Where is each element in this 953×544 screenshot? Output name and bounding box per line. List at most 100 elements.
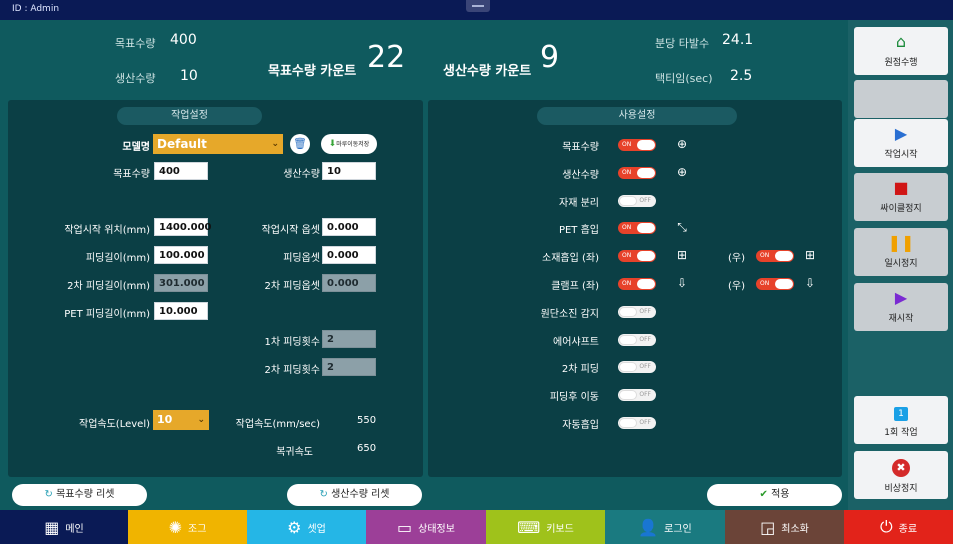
pause-icon: ❚❚ <box>887 233 915 252</box>
speed-level-select[interactable]: 10 ⌄ <box>153 410 209 430</box>
refresh-icon: ↻ <box>319 489 328 500</box>
usage-right-label: (우) <box>728 281 746 292</box>
nav-jog[interactable]: ✺ 조그 <box>128 510 247 544</box>
toggle-knob <box>637 140 655 150</box>
pause-button[interactable]: ❚❚ 일시정지 <box>854 228 948 276</box>
toggle-state-text: ON <box>760 252 770 259</box>
reset-target-button[interactable]: ↻ 목표수량 리셋 <box>12 484 147 506</box>
nav-main[interactable]: ▦ 메인 <box>0 510 128 544</box>
toggle-state-text: ON <box>622 224 632 231</box>
nav-keyboard[interactable]: ⌨ 키보드 <box>486 510 605 544</box>
usage-toggle[interactable]: OFF <box>618 417 656 429</box>
tact-value: 2.5 <box>730 68 753 84</box>
nav-jog-label: 조그 <box>188 523 207 535</box>
resume-button[interactable]: ▶ 재시작 <box>854 283 948 331</box>
toggle-state-text: OFF <box>639 308 651 315</box>
toggle-knob <box>775 279 793 289</box>
emergency-stop-icon: ✖ <box>854 457 948 477</box>
toggle-knob <box>619 307 637 317</box>
feed-len-input[interactable]: 100.000 <box>154 246 208 264</box>
nav-minimize[interactable]: ◲ 최소화 <box>725 510 844 544</box>
usage-toggle[interactable]: ON <box>618 250 656 262</box>
usage-right-toggle[interactable]: ON <box>756 278 794 290</box>
target-count-label: 목표수량 카운트 <box>268 64 357 79</box>
toggle-state-text: ON <box>622 280 632 287</box>
minimize-icon: ◲ <box>760 517 776 537</box>
down-box-icon[interactable]: ⇩ <box>674 275 690 291</box>
origin-button[interactable]: ⌂ 원점수행 <box>854 27 948 75</box>
toggle-knob <box>637 223 655 233</box>
shrink-icon[interactable]: ⤡ <box>674 219 690 235</box>
feed-off-label: 피딩옵셋 <box>283 253 320 264</box>
one-time-button[interactable]: 1 1회 작업 <box>854 396 948 444</box>
pause-label: 일시정지 <box>884 259 918 269</box>
reset-prod-button[interactable]: ↻ 생산수량 리셋 <box>287 484 422 506</box>
usage-right-toggle[interactable]: ON <box>756 250 794 262</box>
start-off-input[interactable]: 0.000 <box>322 218 376 236</box>
target-label: 목표수량 <box>113 169 150 180</box>
stop-icon: ■ <box>893 178 909 197</box>
down-box-icon[interactable]: ⇩ <box>802 275 818 291</box>
model-select-value: Default <box>157 137 207 151</box>
side-control-column: ⌂ 원점수행 ▶ 작업시작 ■ 싸이클정지 ❚❚ 일시정지 ▶ 재시작 1 1회… <box>848 20 953 510</box>
toggle-knob <box>619 418 637 428</box>
nav-exit[interactable]: ⏻ 종료 <box>844 510 953 544</box>
usage-label: PET 흡입 <box>558 225 599 236</box>
usage-toggle[interactable]: ON <box>618 139 656 151</box>
nav-login-label: 로그인 <box>664 523 692 535</box>
usage-toggle[interactable]: ON <box>618 167 656 179</box>
nav-status[interactable]: ▭ 상태정보 <box>366 510 486 544</box>
plus-circle-outline-icon[interactable]: ⊕ <box>674 164 690 180</box>
start-pos-label: 작업시작 위치(mm) <box>64 225 150 236</box>
cycle-stop-button[interactable]: ■ 싸이클정지 <box>854 173 948 221</box>
speed-level-value: 10 <box>157 413 173 426</box>
usage-toggle[interactable]: OFF <box>618 306 656 318</box>
start-pos-input[interactable]: 1400.000 <box>154 218 212 236</box>
one-icon: 1 <box>854 402 948 421</box>
prod-input[interactable]: 10 <box>322 162 376 180</box>
usage-toggle[interactable]: OFF <box>618 361 656 373</box>
mold-save-button[interactable]: ⬇마루이동저장 <box>321 134 377 154</box>
usage-toggle[interactable]: ON <box>618 222 656 234</box>
pet-len-input[interactable]: 10.000 <box>154 302 208 320</box>
model-select[interactable]: Default ⌄ <box>153 134 283 154</box>
target-qty-label: 목표수량 <box>115 37 156 50</box>
feed-len-label: 피딩길이(mm) <box>85 253 150 264</box>
reset-prod-label: 생산수량 리셋 <box>331 489 390 500</box>
usage-toggle[interactable]: OFF <box>618 195 656 207</box>
feed-off-input[interactable]: 0.000 <box>322 246 376 264</box>
usage-toggle[interactable]: OFF <box>618 334 656 346</box>
toggle-state-text: OFF <box>639 336 651 343</box>
drag-handle[interactable] <box>466 0 490 12</box>
target-input[interactable]: 400 <box>154 162 208 180</box>
model-label: 모델명 <box>122 142 150 153</box>
plus-circle-filled-icon[interactable]: ⊕ <box>674 136 690 152</box>
emergency-button[interactable]: ✖ 비상정지 <box>854 451 948 499</box>
usage-label: 자동흡입 <box>562 420 599 431</box>
usage-toggle[interactable]: OFF <box>618 389 656 401</box>
feed2-cnt-input[interactable]: 2 <box>322 358 376 376</box>
apply-button[interactable]: ✔ 적용 <box>707 484 842 506</box>
nav-setup-label: 셋업 <box>307 523 326 535</box>
toggle-state-text: ON <box>760 280 770 287</box>
toggle-state-text: ON <box>622 252 632 259</box>
resume-icon: ▶ <box>894 288 908 307</box>
usage-toggle[interactable]: ON <box>618 278 656 290</box>
usage-label: 자재 분리 <box>559 198 599 209</box>
nav-main-label: 메인 <box>65 523 84 535</box>
mold-save-label: 마루이동저장 <box>336 141 370 148</box>
feed1-cnt-input[interactable]: 2 <box>322 330 376 348</box>
nav-setup[interactable]: ⚙ 셋업 <box>247 510 366 544</box>
cycle-stop-label: 싸이클정지 <box>880 204 922 214</box>
frame-icon[interactable]: ⊞ <box>802 247 818 263</box>
nav-login[interactable]: 👤 로그인 <box>605 510 725 544</box>
per-min-value: 24.1 <box>722 32 754 48</box>
delete-icon[interactable]: 🗑 <box>290 134 310 154</box>
title-bar: ID : Admin <box>0 0 953 20</box>
feed2-len-input[interactable]: 301.000 <box>154 274 208 292</box>
reset-target-label: 목표수량 리셋 <box>56 489 115 500</box>
start-button[interactable]: ▶ 작업시작 <box>854 119 948 167</box>
frame-icon[interactable]: ⊞ <box>674 247 690 263</box>
speed-mm-value: 550 <box>357 415 377 426</box>
feed2-off-input[interactable]: 0.000 <box>322 274 376 292</box>
